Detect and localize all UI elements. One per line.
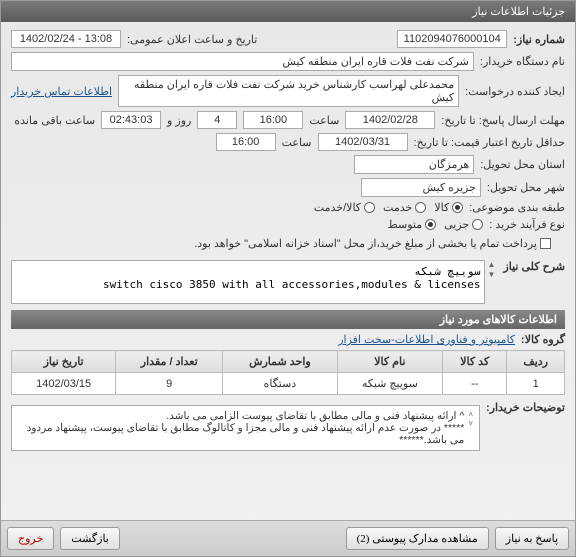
field-validity-date: 1402/03/31 [318, 133, 408, 151]
label-desc: شرح کلی نیاز [503, 260, 565, 273]
label-creator: ایجاد کننده درخواست: [465, 85, 565, 98]
field-days-left: 4 [197, 111, 237, 129]
label-deadline: مهلت ارسال پاسخ: تا تاریخ: [441, 114, 565, 127]
table-row[interactable]: 1 -- سوییچ شبکه دستگاه 9 1402/03/15 [12, 373, 565, 395]
radio-dot-checked-icon [425, 219, 436, 230]
label-group: گروه کالا: [521, 333, 565, 346]
field-announce: 1402/02/24 - 13:08 [11, 30, 121, 48]
radio-dot-icon [472, 219, 483, 230]
radio-small[interactable]: جزیی [444, 218, 483, 231]
back-button[interactable]: بازگشت [60, 527, 120, 550]
radio-dot-icon [364, 202, 375, 213]
th-date[interactable]: تاریخ نیاز [12, 351, 116, 373]
label-hour-1: ساعت [309, 114, 339, 127]
label-city: شهر محل تحویل: [487, 181, 565, 194]
th-name[interactable]: نام کالا [337, 351, 443, 373]
note-scroll[interactable]: ˄˅ [468, 410, 473, 428]
field-validity-time: 16:00 [216, 133, 276, 151]
group-link[interactable]: کامپیوتر و فناوری اطلاعات-سخت افزار [338, 333, 515, 346]
field-creator: محمدعلی لهراسب کارشناس خرید شرکت نفت فلا… [118, 75, 459, 107]
td-row: 1 [507, 373, 565, 395]
label-buyer-desc: توضیحات خریدار: [486, 401, 565, 414]
radio-dot-icon [415, 202, 426, 213]
buyer-note-text: ^ ارائه پیشنهاد فنی و مالی مطابق با تقاض… [18, 410, 464, 446]
chevron-down-icon: ▼ [487, 270, 495, 279]
th-qty[interactable]: تعداد / مقدار [116, 351, 223, 373]
field-deadline-date: 1402/02/28 [345, 111, 435, 129]
buyer-note-box: ˄˅ ^ ارائه پیشنهاد فنی و مالی مطابق با ت… [11, 405, 480, 451]
label-buyer: نام دستگاه خریدار: [480, 55, 565, 68]
field-city: جزیره کیش [361, 178, 481, 197]
td-name: سوییچ شبکه [337, 373, 443, 395]
radio-medium[interactable]: متوسط [388, 218, 437, 231]
label-day-and: روز و [167, 114, 191, 127]
field-req-no: 1102094076000104 [397, 30, 507, 48]
attachments-button[interactable]: مشاهده مدارک پیوستی (2) [346, 527, 489, 550]
chevron-up-icon: ˄ [468, 410, 473, 419]
th-row[interactable]: ردیف [507, 351, 565, 373]
label-province: استان محل تحویل: [480, 158, 565, 171]
titlebar: جزئیات اطلاعات نیاز [1, 1, 575, 22]
label-purchase-type: نوع فرآیند خرید : [489, 218, 565, 231]
section-items-header: اطلاعات کالاهای مورد نیاز [11, 310, 565, 329]
form-area: شماره نیاز: 1102094076000104 تاریخ و ساع… [1, 22, 575, 459]
table-header-row: ردیف کد کالا نام کالا واحد شمارش تعداد /… [12, 351, 565, 373]
td-code: -- [443, 373, 507, 395]
category-radio-group: کالا خدمت کالا/خدمت [314, 201, 463, 214]
td-unit: دستگاه [223, 373, 337, 395]
desc-textarea[interactable] [11, 260, 485, 304]
checkbox-icon [540, 238, 551, 249]
th-unit[interactable]: واحد شمارش [223, 351, 337, 373]
purchase-type-group: جزیی متوسط [388, 218, 484, 231]
radio-service[interactable]: خدمت [383, 201, 426, 214]
footer-bar: پاسخ به نیاز مشاهده مدارک پیوستی (2) باز… [1, 520, 575, 556]
field-deadline-time: 16:00 [243, 111, 303, 129]
field-hours-left: 02:43:03 [101, 111, 161, 129]
field-province: هرمزگان [354, 155, 474, 174]
field-buyer: شرکت نفت فلات قاره ایران منطقه کیش [11, 52, 474, 71]
label-announce: تاریخ و ساعت اعلان عمومی: [127, 33, 257, 46]
chevron-down-icon: ˅ [468, 419, 473, 428]
label-category: طبقه بندی موضوعی: [469, 201, 565, 214]
radio-dot-checked-icon [452, 202, 463, 213]
exit-button[interactable]: خروج [7, 527, 54, 550]
radio-goods[interactable]: کالا [434, 201, 463, 214]
window-title: جزئیات اطلاعات نیاز [472, 6, 565, 18]
td-date: 1402/03/15 [12, 373, 116, 395]
chevron-up-icon: ▲ [487, 260, 495, 269]
window-root: جزئیات اطلاعات نیاز شماره نیاز: 11020940… [0, 0, 576, 557]
check-treasury[interactable]: پرداخت تمام یا بخشی از مبلغ خرید،از محل … [194, 237, 551, 250]
label-validity: حداقل تاریخ اعتبار قیمت: تا تاریخ: [414, 136, 565, 149]
contact-link[interactable]: اطلاعات تماس خریدار [11, 85, 112, 98]
td-qty: 9 [116, 373, 223, 395]
items-table: ردیف کد کالا نام کالا واحد شمارش تعداد /… [11, 350, 565, 395]
label-hour-2: ساعت [282, 136, 312, 149]
textarea-scroll[interactable]: ▲▼ [485, 260, 497, 304]
label-req-no: شماره نیاز: [513, 33, 565, 46]
radio-goods-service[interactable]: کالا/خدمت [314, 201, 375, 214]
respond-button[interactable]: پاسخ به نیاز [495, 527, 569, 550]
label-hours-left: ساعت باقی مانده [14, 114, 95, 127]
th-code[interactable]: کد کالا [443, 351, 507, 373]
